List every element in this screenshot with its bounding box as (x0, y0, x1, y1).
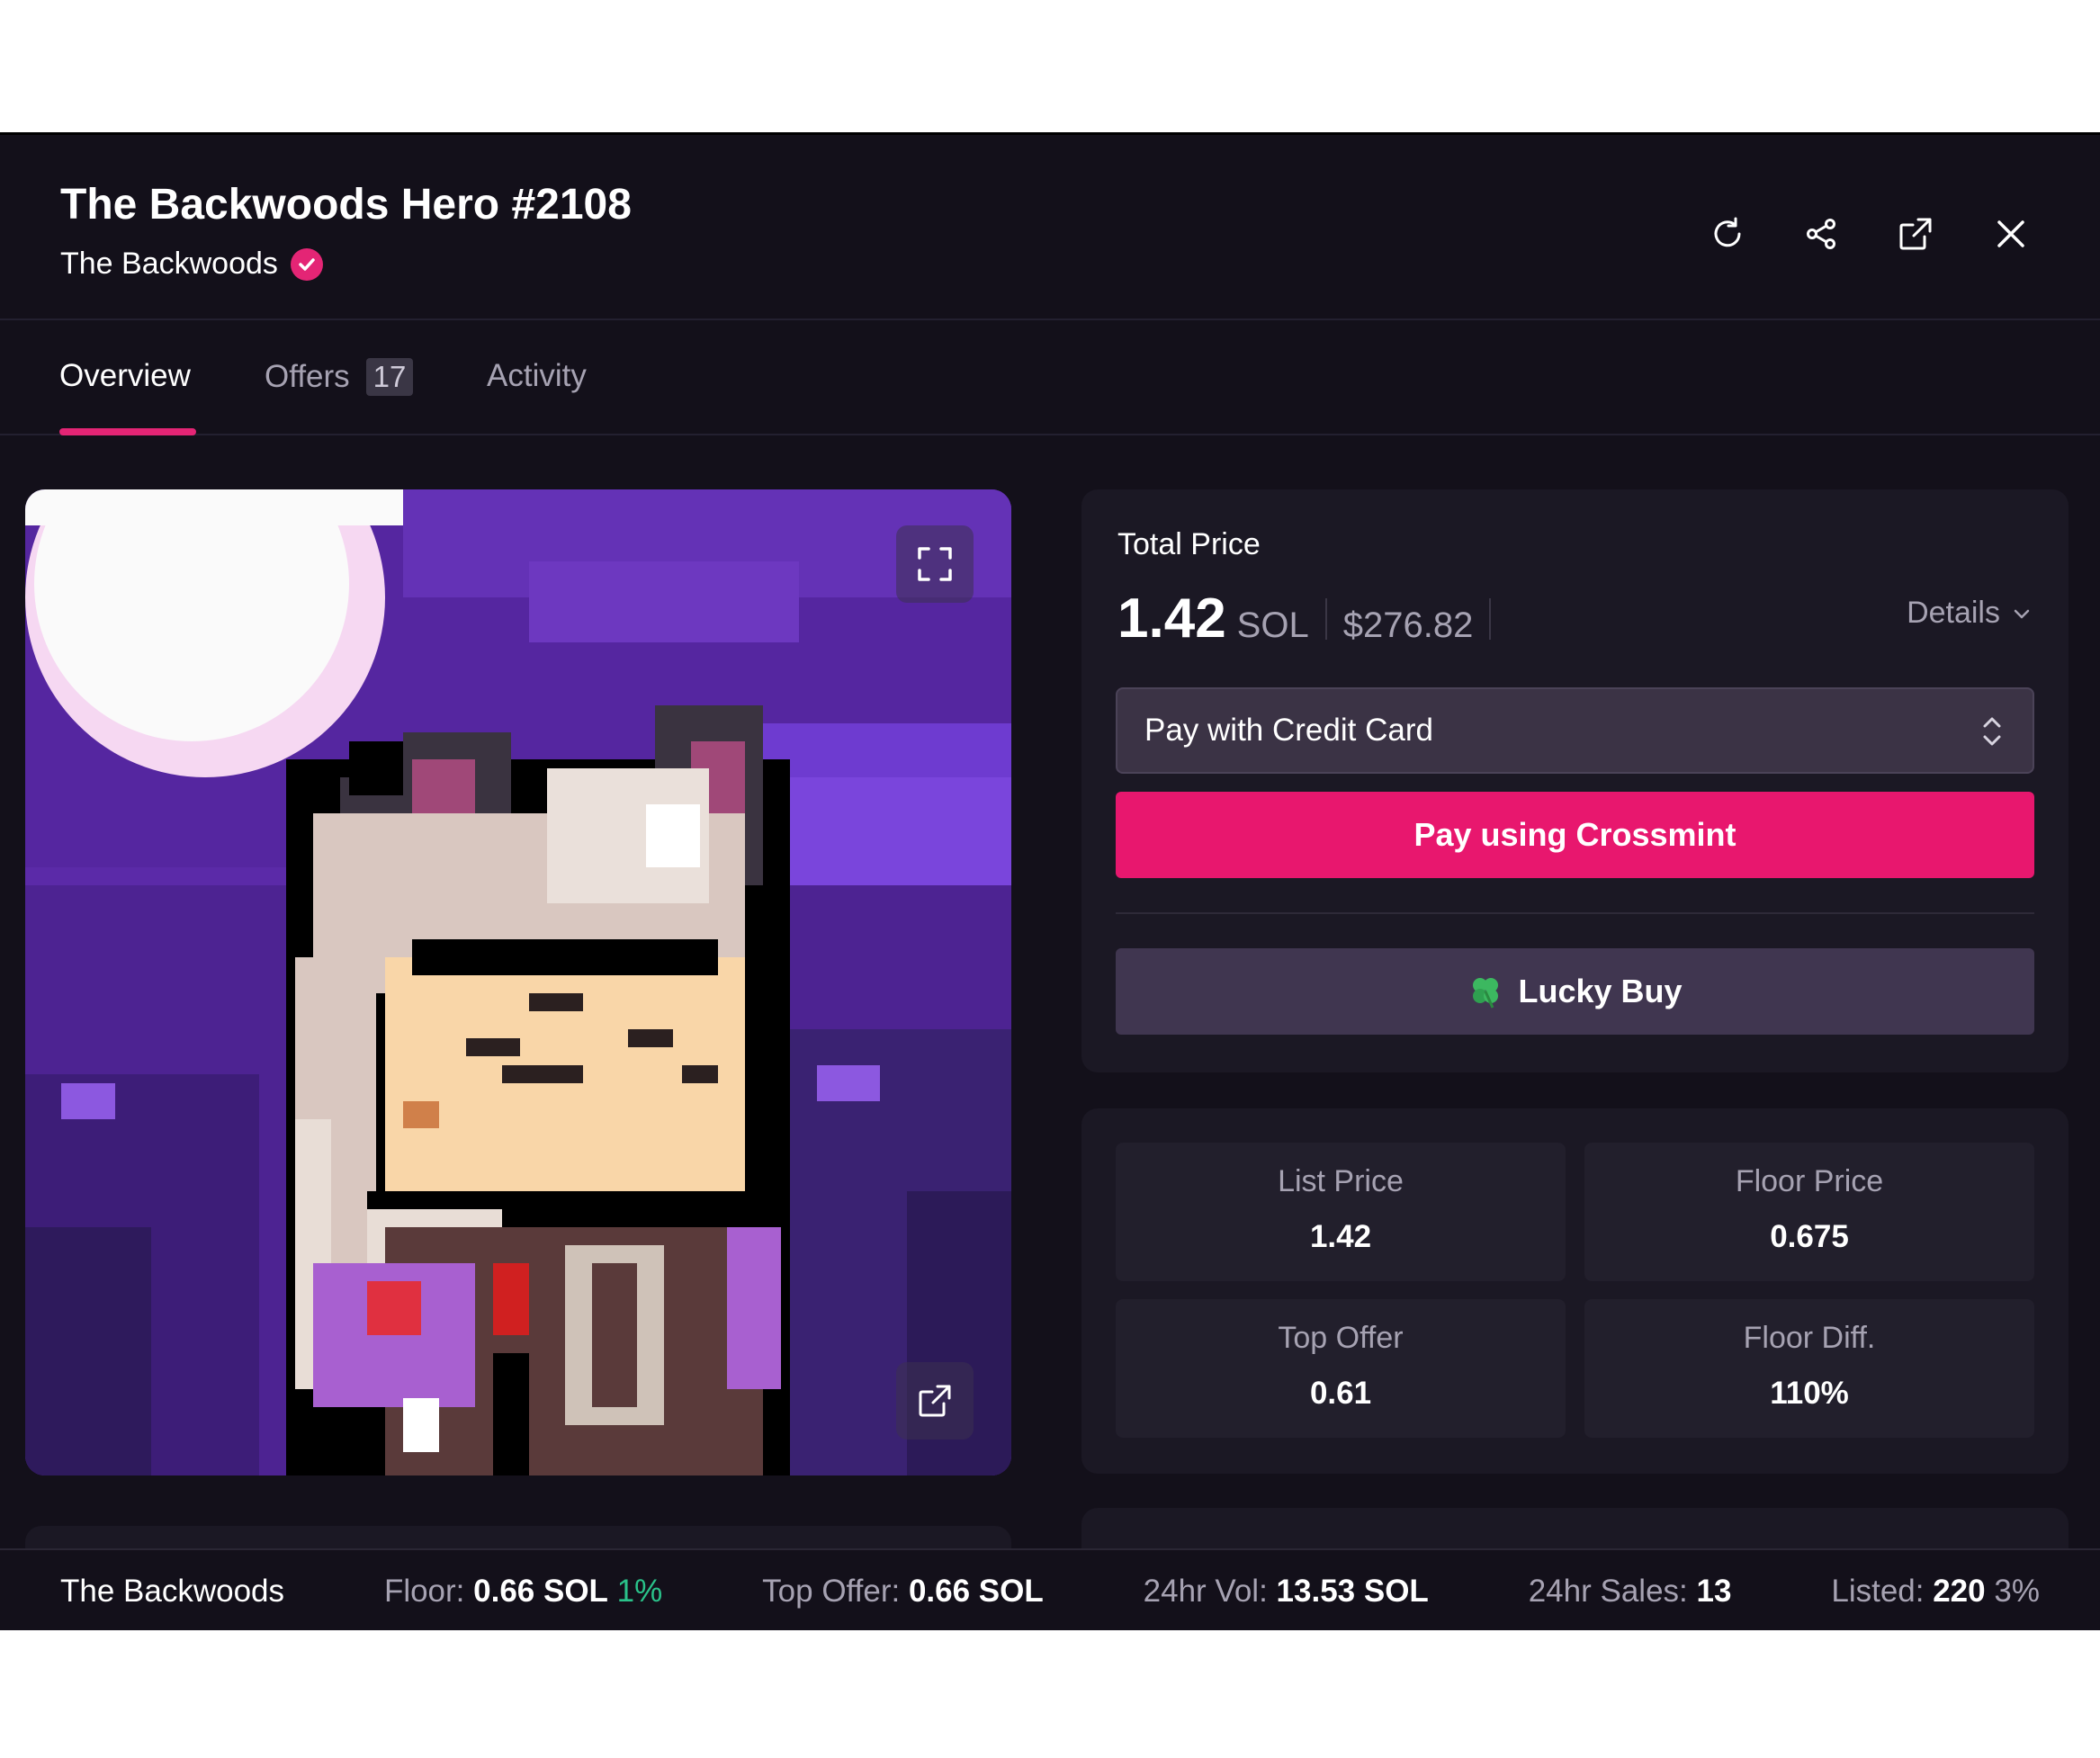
close-icon[interactable] (1984, 207, 2038, 261)
footer-top-offer-label: Top Offer: (762, 1574, 901, 1609)
footer-floor-value: 0.66 SOL (473, 1574, 608, 1609)
nft-detail-modal: The Backwoods Hero #2108 The Backwoods O… (0, 132, 2100, 1630)
price-currency: SOL (1236, 605, 1309, 645)
tab-bar: Overview Offers 17 Activity (0, 320, 2100, 435)
nft-artwork (25, 489, 1011, 1475)
stat-floor-diff: Floor Diff. 110% (1584, 1299, 2034, 1438)
payment-method-value: Pay with Credit Card (1144, 713, 1433, 748)
footer-vol-label: 24hr Vol: (1143, 1574, 1268, 1609)
footer-sales: 24hr Sales: 13 (1529, 1574, 1732, 1610)
pay-crossmint-button[interactable]: Pay using Crossmint (1116, 792, 2034, 878)
nft-title: The Backwoods Hero #2108 (60, 181, 632, 229)
share-icon[interactable] (1794, 207, 1848, 261)
lucky-buy-label: Lucky Buy (1518, 973, 1683, 1009)
tab-offers-label: Offers (265, 359, 350, 394)
price-row: 1.42 SOL $276.82 (1117, 587, 1507, 650)
footer-floor-change: 1% (616, 1574, 663, 1609)
stat-value: 0.675 (1770, 1219, 1849, 1254)
footer-top-offer: Top Offer: 0.66 SOL (762, 1574, 1044, 1610)
external-link-icon[interactable] (1889, 207, 1943, 261)
footer-floor: Floor: 0.66 SOL 1% (384, 1574, 662, 1610)
details-toggle[interactable]: Details (1907, 596, 2033, 631)
offers-count-badge: 17 (365, 358, 414, 396)
purchase-panel: Total Price 1.42 SOL $276.82 Details Pay… (1081, 489, 2069, 1072)
price-stats-card: List Price 1.42 Floor Price 0.675 Top Of… (1081, 1108, 2069, 1474)
stat-floor-price: Floor Price 0.675 (1584, 1143, 2034, 1281)
price-value: 1.42 (1117, 587, 1226, 650)
active-tab-indicator (59, 428, 196, 435)
tab-activity[interactable]: Activity (487, 358, 587, 394)
footer-collection-name[interactable]: The Backwoods (60, 1574, 284, 1610)
footer-floor-label: Floor: (383, 1574, 465, 1609)
price-divider (1489, 597, 1492, 640)
footer-listed-pct: 3% (1994, 1574, 2040, 1609)
tab-overview[interactable]: Overview (59, 358, 191, 394)
footer-listed-value: 220 (1933, 1574, 1986, 1609)
footer-sales-label: 24hr Sales: (1528, 1574, 1688, 1609)
clover-icon (1473, 978, 1499, 1009)
footer-listed: Listed: 220 3% (1831, 1574, 2040, 1610)
stat-value: 1.42 (1309, 1219, 1372, 1254)
collection-link[interactable]: The Backwoods (60, 247, 323, 282)
price-usd: $276.82 (1342, 605, 1474, 645)
open-image-icon[interactable] (896, 1362, 974, 1440)
modal-header: The Backwoods Hero #2108 The Backwoods (0, 135, 2100, 320)
footer-volume: 24hr Vol: 13.53 SOL (1144, 1574, 1429, 1610)
details-label: Details (1907, 596, 2000, 630)
collection-name: The Backwoods (60, 247, 278, 281)
payment-method-select[interactable]: Pay with Credit Card (1116, 687, 2034, 774)
footer-top-offer-value: 0.66 SOL (908, 1574, 1044, 1609)
footer-vol-value: 13.53 SOL (1276, 1574, 1429, 1609)
footer-sales-value: 13 (1696, 1574, 1732, 1609)
total-price-label: Total Price (1117, 527, 1261, 561)
collection-stats-footer: The Backwoods Floor: 0.66 SOL 1% Top Off… (0, 1548, 2100, 1630)
stat-label: List Price (1278, 1164, 1404, 1198)
price-divider (1324, 597, 1327, 640)
verified-badge-icon (290, 247, 323, 281)
stat-label: Top Offer (1278, 1321, 1404, 1355)
chevron-down-icon (2014, 609, 2030, 618)
fullscreen-icon[interactable] (896, 525, 974, 603)
lucky-buy-button[interactable]: Lucky Buy (1116, 948, 2034, 1035)
stat-top-offer: Top Offer 0.61 (1116, 1299, 1566, 1438)
refresh-icon[interactable] (1701, 207, 1754, 261)
stat-list-price: List Price 1.42 (1116, 1143, 1566, 1281)
chevron-updown-icon (1983, 717, 2001, 746)
panel-divider (1116, 912, 2034, 914)
stat-label: Floor Price (1735, 1164, 1884, 1198)
stat-value: 0.61 (1309, 1376, 1372, 1411)
tab-offers[interactable]: Offers 17 (265, 358, 414, 396)
stat-label: Floor Diff. (1743, 1321, 1876, 1355)
footer-listed-label: Listed: (1831, 1574, 1925, 1609)
stat-value: 110% (1770, 1376, 1849, 1411)
